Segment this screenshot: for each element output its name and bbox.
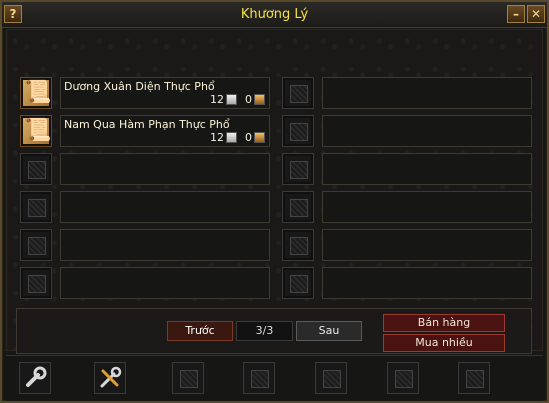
shop-item-slot[interactable] (322, 153, 532, 185)
gold-coin-icon (254, 132, 265, 143)
wrench-screwdriver-icon[interactable] (94, 362, 126, 394)
silver-count: 12 (210, 131, 224, 144)
empty-slot-icon[interactable] (20, 267, 52, 299)
shop-item-slot[interactable] (322, 191, 532, 223)
silver-coin-icon (226, 94, 237, 105)
window-title: Khương Lý (240, 7, 309, 22)
gold-count: 0 (245, 131, 252, 144)
next-page-button[interactable]: Sau (296, 321, 362, 341)
recipe-scroll-icon[interactable]: 📜 (20, 77, 52, 109)
gold-count: 0 (245, 93, 252, 106)
item-name: Nam Qua Hàm Phạn Thực Phổ (64, 118, 230, 131)
recipe-scroll-icon[interactable]: 📜 (20, 115, 52, 147)
shop-item-slot[interactable] (322, 115, 532, 147)
title-bar[interactable]: ? Khương Lý – ✕ (2, 2, 547, 28)
item-price: 12 0 (210, 93, 265, 106)
shop-window: ? Khương Lý – ✕ 📜 Dương Xuân Diện Thực P… (0, 0, 549, 403)
wrench-glyph-icon (26, 366, 47, 387)
scroll-glyph-icon: 📜 (24, 118, 52, 143)
empty-slot-icon[interactable] (20, 191, 52, 223)
empty-tool-slot-icon[interactable] (387, 362, 419, 394)
bulk-buy-button[interactable]: Mua nhiều (383, 334, 505, 352)
wrench-icon[interactable] (19, 362, 51, 394)
shop-item-slot[interactable] (60, 229, 270, 261)
empty-tool-slot-icon[interactable] (243, 362, 275, 394)
tools-glyph-icon (100, 366, 122, 388)
empty-slot-icon[interactable] (282, 77, 314, 109)
shop-item-slot[interactable] (60, 267, 270, 299)
shop-item-slot[interactable] (60, 191, 270, 223)
silver-coin-icon (226, 132, 237, 143)
page-indicator: 3/3 (236, 321, 293, 341)
item-name: Dương Xuân Diện Thực Phổ (64, 80, 215, 93)
empty-slot-icon[interactable] (282, 115, 314, 147)
prev-page-button[interactable]: Trước (167, 321, 233, 341)
gold-coin-icon (254, 94, 265, 105)
scroll-glyph-icon: 📜 (24, 80, 52, 105)
empty-slot-icon[interactable] (282, 153, 314, 185)
silver-count: 12 (210, 93, 224, 106)
empty-slot-icon[interactable] (282, 229, 314, 261)
shop-item-slot[interactable] (322, 267, 532, 299)
empty-slot-icon[interactable] (282, 191, 314, 223)
sell-button[interactable]: Bán hàng (383, 314, 505, 332)
empty-slot-icon[interactable] (282, 267, 314, 299)
close-button[interactable]: ✕ (527, 5, 545, 23)
empty-tool-slot-icon[interactable] (172, 362, 204, 394)
shop-item-slot[interactable] (322, 77, 532, 109)
empty-slot-icon[interactable] (20, 229, 52, 261)
empty-slot-icon[interactable] (20, 153, 52, 185)
empty-tool-slot-icon[interactable] (458, 362, 490, 394)
shop-item-slot[interactable] (322, 229, 532, 261)
minimize-button[interactable]: – (507, 5, 525, 23)
empty-tool-slot-icon[interactable] (315, 362, 347, 394)
shop-item-slot[interactable]: Nam Qua Hàm Phạn Thực Phổ 12 0 (60, 115, 270, 147)
shop-item-slot[interactable]: Dương Xuân Diện Thực Phổ 12 0 (60, 77, 270, 109)
item-price: 12 0 (210, 131, 265, 144)
shop-item-slot[interactable] (60, 153, 270, 185)
